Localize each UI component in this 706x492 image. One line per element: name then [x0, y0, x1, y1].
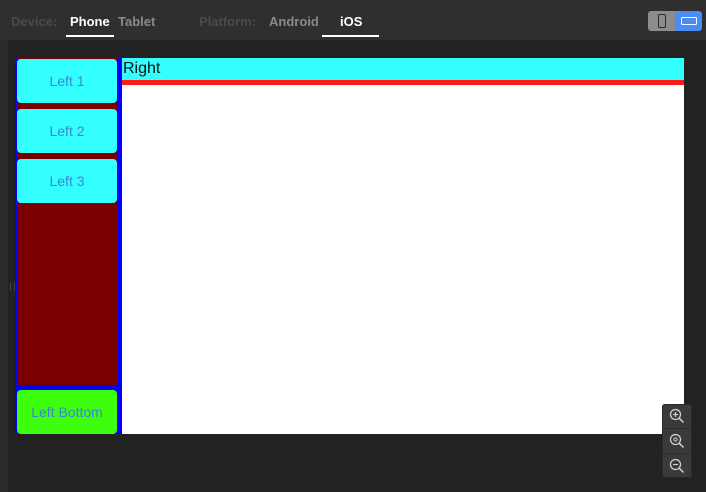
left-2-button[interactable]: Left 2 — [17, 109, 117, 153]
portrait-icon — [657, 14, 666, 28]
right-header-label: Right — [123, 60, 161, 77]
landscape-button[interactable] — [675, 11, 702, 31]
zoom-controls — [662, 404, 692, 478]
device-label: Device: — [11, 14, 58, 29]
orientation-toggle — [648, 11, 702, 31]
platform-selected-indicator — [322, 35, 379, 37]
zoom-out-icon — [669, 458, 685, 474]
device-option-phone[interactable]: Phone — [70, 14, 110, 29]
device-selected-indicator — [66, 35, 114, 37]
landscape-icon — [680, 17, 697, 25]
left-panel — [17, 58, 117, 385]
portrait-button[interactable] — [648, 11, 675, 31]
preview-window: Device: Phone Tablet Platform: Android i… — [0, 0, 706, 492]
device-option-tablet[interactable]: Tablet — [118, 14, 155, 29]
platform-option-ios[interactable]: iOS — [340, 14, 362, 29]
left-bottom-button[interactable]: Left Bottom — [17, 390, 117, 434]
left-3-button[interactable]: Left 3 — [17, 159, 117, 203]
zoom-out-button[interactable] — [662, 453, 692, 478]
zoom-reset-icon — [669, 433, 685, 449]
zoom-in-icon — [669, 408, 685, 424]
platform-label: Platform: — [199, 14, 257, 29]
left-1-button[interactable]: Left 1 — [17, 59, 117, 103]
preview-toolbar: Device: Phone Tablet Platform: Android i… — [0, 0, 706, 40]
right-header: Right — [122, 58, 684, 80]
platform-option-android[interactable]: Android — [269, 14, 319, 29]
zoom-reset-button[interactable] — [662, 428, 692, 453]
right-panel: Right — [122, 58, 684, 434]
right-header-divider — [122, 80, 684, 85]
zoom-in-button[interactable] — [662, 404, 692, 428]
